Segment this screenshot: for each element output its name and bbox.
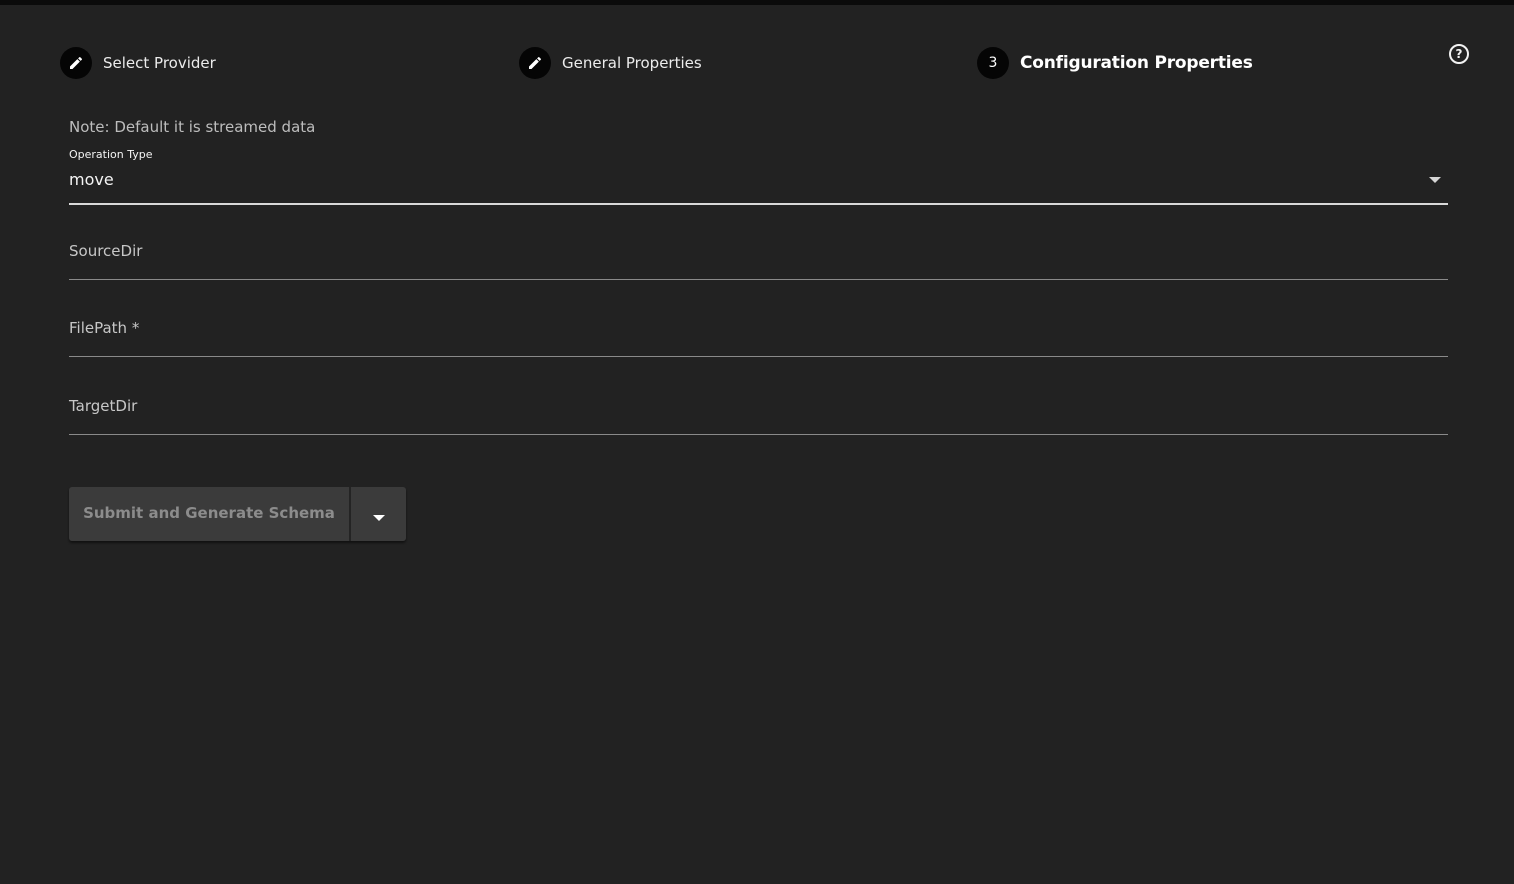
step-number: 3: [977, 47, 1009, 79]
stepper: Select Provider General Properties 3 Con…: [60, 47, 1253, 79]
field-underline: [69, 356, 1448, 357]
submit-button-group: Submit and Generate Schema: [69, 487, 406, 541]
pencil-icon: [519, 47, 551, 79]
file-path-field[interactable]: FilePath *: [69, 309, 1448, 357]
step-general-properties[interactable]: General Properties: [519, 47, 702, 79]
step-label: General Properties: [562, 54, 702, 72]
top-bar: [0, 0, 1514, 5]
chevron-down-icon: [1429, 177, 1441, 183]
field-underline: [69, 434, 1448, 435]
field-underline: [69, 279, 1448, 280]
step-label: Configuration Properties: [1020, 53, 1253, 73]
source-dir-field[interactable]: SourceDir: [69, 232, 1448, 280]
step-label: Select Provider: [103, 54, 216, 72]
target-dir-field[interactable]: TargetDir: [69, 387, 1448, 435]
form-note: Note: Default it is streamed data: [69, 118, 316, 136]
target-dir-input[interactable]: [69, 387, 1448, 434]
submit-options-dropdown-button[interactable]: [351, 487, 406, 541]
operation-type-select[interactable]: Operation Type move: [69, 148, 1448, 205]
file-path-input[interactable]: [69, 309, 1448, 356]
select-underline: [69, 203, 1448, 205]
step-select-provider[interactable]: Select Provider: [60, 47, 216, 79]
help-circle-icon[interactable]: ?: [1449, 44, 1469, 64]
pencil-icon: [60, 47, 92, 79]
source-dir-input[interactable]: [69, 232, 1448, 279]
submit-generate-schema-button[interactable]: Submit and Generate Schema: [69, 487, 351, 541]
chevron-down-icon: [372, 515, 385, 521]
operation-type-label: Operation Type: [69, 148, 153, 161]
operation-type-value: move: [69, 170, 114, 189]
step-configuration-properties[interactable]: 3 Configuration Properties: [977, 47, 1253, 79]
